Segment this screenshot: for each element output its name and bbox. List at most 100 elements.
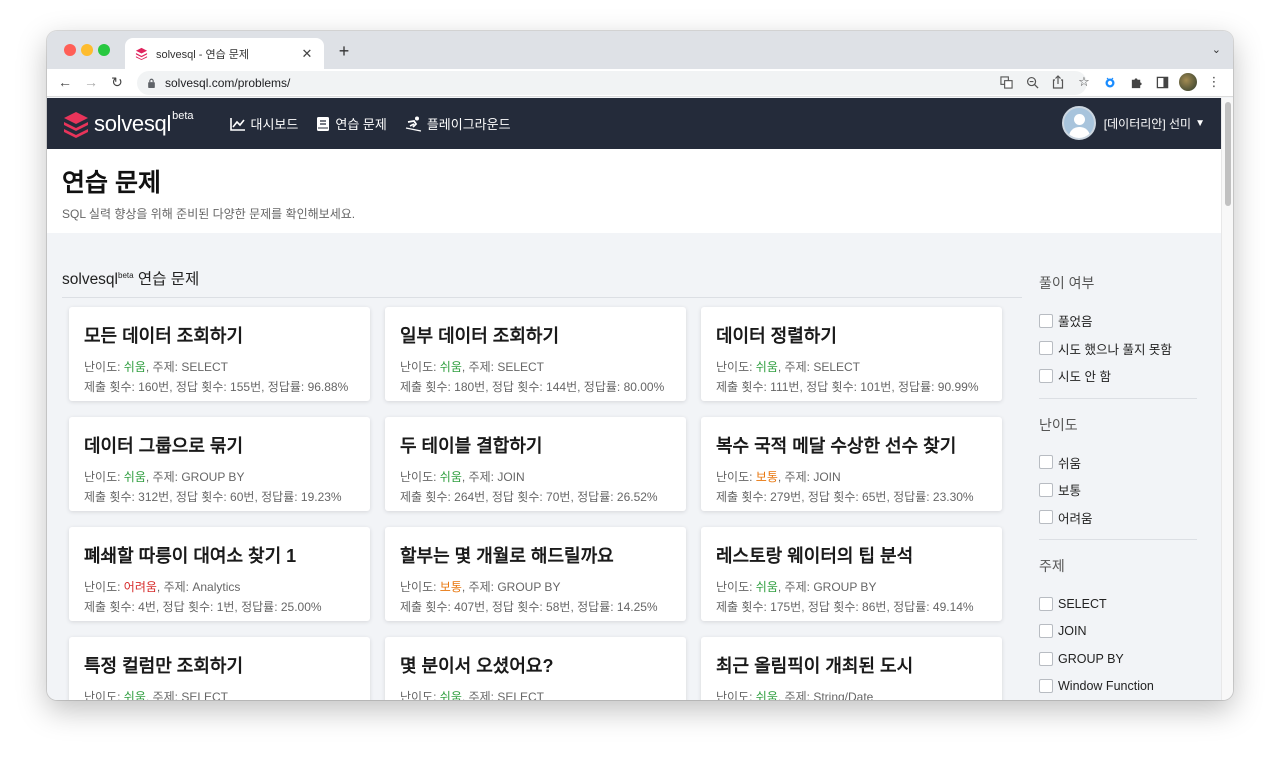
minimize-window-button[interactable] xyxy=(81,44,93,56)
nav-dashboard[interactable]: 대시보드 xyxy=(229,114,298,133)
address-bar[interactable]: solvesql.com/problems/ xyxy=(137,71,1087,95)
profile-avatar-icon[interactable] xyxy=(1179,72,1197,92)
close-window-button[interactable] xyxy=(64,44,76,56)
problem-card[interactable]: 몇 분이서 오셨어요? 난이도: 쉬움, 주제: SELECT xyxy=(385,637,686,700)
filter-checkbox[interactable] xyxy=(1039,368,1053,383)
page-scrollbar[interactable] xyxy=(1221,98,1233,700)
share-icon[interactable] xyxy=(1049,72,1067,92)
difficulty-badge: 쉬움 xyxy=(123,360,146,374)
problem-title[interactable]: 일부 데이터 조회하기 xyxy=(400,322,686,348)
filter-option-label: 시도 안 함 xyxy=(1058,370,1111,385)
tab-title: solvesql - 연습 문제 xyxy=(156,48,250,61)
problem-card[interactable]: 특정 컬럼만 조회하기 난이도: 쉬움, 주제: SELECT xyxy=(69,637,370,700)
topic-label: SELECT xyxy=(497,690,544,700)
reload-icon[interactable]: ↻ xyxy=(108,73,126,91)
problem-title[interactable]: 특정 컬럼만 조회하기 xyxy=(84,652,370,678)
problem-title[interactable]: 두 테이블 결합하기 xyxy=(400,432,686,458)
problem-card[interactable]: 폐쇄할 따릉이 대여소 찾기 1 난이도: 어려움, 주제: Analytics 제… xyxy=(69,527,370,621)
problem-meta: 난이도: 쉬움, 주제: GROUP BY xyxy=(716,580,877,594)
problem-title[interactable]: 최근 올림픽이 개최된 도시 xyxy=(716,652,1002,678)
problem-card[interactable]: 두 테이블 결합하기 난이도: 쉬움, 주제: JOIN 제출 횟수: 264번, … xyxy=(385,417,686,511)
tab-close-icon[interactable]: ✕ xyxy=(300,46,314,62)
nav-problems[interactable]: 연습 문제 xyxy=(316,114,387,133)
bookmark-star-icon[interactable]: ☆ xyxy=(1075,72,1093,92)
topic-label: GROUP BY xyxy=(181,470,245,484)
browser-tab[interactable]: solvesql - 연습 문제 ✕ xyxy=(125,38,324,69)
user-menu[interactable]: [데이터리안] 선미 ▼ xyxy=(1061,106,1205,140)
filter-option[interactable]: 시도 했으나 풀지 못함 xyxy=(1039,335,1197,363)
filter-checkbox[interactable] xyxy=(1039,596,1053,611)
nav-playground[interactable]: 플레이그라운드 xyxy=(405,114,511,133)
problem-title[interactable]: 모든 데이터 조회하기 xyxy=(84,322,370,348)
problem-title[interactable]: 데이터 정렬하기 xyxy=(716,322,1002,348)
problem-title[interactable]: 할부는 몇 개월로 해드릴까요 xyxy=(400,542,686,568)
filter-checkbox[interactable] xyxy=(1039,624,1053,639)
filter-option[interactable]: JOIN xyxy=(1039,618,1197,646)
problem-stats: 제출 횟수: 312번, 정답 횟수: 60번, 정답률: 19.23% xyxy=(84,490,342,504)
problem-title[interactable]: 데이터 그룹으로 묶기 xyxy=(84,432,370,458)
filter-option[interactable]: 보통 xyxy=(1039,476,1197,504)
problem-card[interactable]: 모든 데이터 조회하기 난이도: 쉬움, 주제: SELECT 제출 횟수: 160… xyxy=(69,307,370,401)
logo-beta-badge: beta xyxy=(172,109,194,122)
problem-meta: 난이도: 쉬움, 주제: String/Date xyxy=(716,688,1002,700)
difficulty-badge: 쉬움 xyxy=(439,470,462,484)
problem-meta: 난이도: 쉬움, 주제: SELECT xyxy=(400,688,686,700)
section-title: solvesqlbeta 연습 문제 xyxy=(62,270,200,288)
problem-title[interactable]: 몇 분이서 오셨어요? xyxy=(400,652,686,678)
filter-divider xyxy=(1039,397,1197,399)
difficulty-badge: 쉬움 xyxy=(123,690,146,700)
maximize-window-button[interactable] xyxy=(98,44,110,56)
filter-group-title: 주제 xyxy=(1039,558,1065,574)
problem-card[interactable]: 레스토랑 웨이터의 팁 분석 난이도: 쉬움, 주제: GROUP BY 제출 횟수… xyxy=(701,527,1002,621)
problem-card[interactable]: 할부는 몇 개월로 해드릴까요 난이도: 보통, 주제: GROUP BY 제출 횟… xyxy=(385,527,686,621)
problem-card[interactable]: 일부 데이터 조회하기난이도: 쉬움, 주제: SELECT 제출 횟수: 180… xyxy=(385,307,686,401)
filter-option[interactable]: Window Function xyxy=(1039,673,1197,701)
tab-search-chevron-icon[interactable]: ⌄ xyxy=(1212,43,1221,56)
problem-card[interactable]: 최근 올림픽이 개최된 도시난이도: 쉬움, 주제: String/Date xyxy=(701,637,1002,700)
extensions-puzzle-icon[interactable] xyxy=(1127,72,1145,92)
topic-label: SELECT xyxy=(181,360,228,374)
extension-bug-icon[interactable] xyxy=(1101,72,1119,92)
back-arrow-icon[interactable]: ← xyxy=(56,73,74,91)
problem-title[interactable]: 레스토랑 웨이터의 팁 분석 xyxy=(716,542,1002,568)
filter-option[interactable]: 풀었음 xyxy=(1039,307,1197,335)
new-tab-button[interactable]: + xyxy=(335,41,353,62)
filter-option[interactable]: 어려움 xyxy=(1039,504,1197,532)
problem-meta: 난이도: 쉬움, 주제: JOIN xyxy=(400,470,525,484)
forward-arrow-icon[interactable]: → xyxy=(82,73,100,91)
problem-card[interactable]: 복수 국적 메달 수상한 선수 찾기 난이도: 보통, 주제: JOIN 제출 횟수… xyxy=(701,417,1002,511)
zoom-icon[interactable] xyxy=(1023,72,1041,92)
toolbar-actions: ☆ ⋮ xyxy=(997,72,1223,92)
filter-checkbox[interactable] xyxy=(1039,679,1053,694)
browser-menu-icon[interactable]: ⋮ xyxy=(1205,72,1223,92)
filter-option-label: 쉬움 xyxy=(1058,456,1082,471)
site-logo[interactable]: solvesql beta xyxy=(62,110,194,138)
page-subtitle: SQL 실력 향상을 위해 준비된 다양한 문제를 확인해보세요. xyxy=(62,207,356,221)
filter-checkbox[interactable] xyxy=(1039,510,1053,525)
filter-checkbox[interactable] xyxy=(1039,455,1053,470)
problem-title[interactable]: 폐쇄할 따릉이 대여소 찾기 1 xyxy=(84,542,370,568)
problem-card[interactable]: 데이터 그룹으로 묶기 난이도: 쉬움, 주제: GROUP BY 제출 횟수: 3… xyxy=(69,417,370,511)
filter-option[interactable]: GROUP BY xyxy=(1039,645,1197,673)
filter-checkbox[interactable] xyxy=(1039,313,1053,328)
problem-stats: 제출 횟수: 111번, 정답 횟수: 101번, 정답률: 90.99% xyxy=(716,380,979,394)
page-title: 연습 문제 xyxy=(62,169,161,197)
problem-card[interactable]: 데이터 정렬하기난이도: 쉬움, 주제: SELECT 제출 횟수: 111번, … xyxy=(701,307,1002,401)
topic-label: GROUP BY xyxy=(813,580,877,594)
url-text: solvesql.com/problems/ xyxy=(165,76,291,90)
difficulty-badge: 보통 xyxy=(439,580,462,594)
filter-checkbox[interactable] xyxy=(1039,651,1053,666)
problem-meta: 난이도: 쉬움, 주제: SELECT xyxy=(716,360,860,374)
filter-checkbox[interactable] xyxy=(1039,341,1053,356)
side-panel-icon[interactable] xyxy=(1153,72,1171,92)
filter-option[interactable]: 쉬움 xyxy=(1039,449,1197,477)
filter-divider xyxy=(1039,539,1197,540)
problem-title[interactable]: 복수 국적 메달 수상한 선수 찾기 xyxy=(716,432,1002,458)
filter-option[interactable]: 시도 안 함 xyxy=(1039,362,1197,390)
filter-option[interactable]: SELECT xyxy=(1039,590,1197,618)
problem-meta: 난이도: 쉬움, 주제: SELECT xyxy=(400,360,544,374)
translate-icon[interactable] xyxy=(997,72,1015,92)
filter-checkbox[interactable] xyxy=(1039,482,1053,497)
user-avatar xyxy=(1061,106,1096,140)
problem-stats: 제출 횟수: 180번, 정답 횟수: 144번, 정답률: 80.00% xyxy=(400,380,665,394)
